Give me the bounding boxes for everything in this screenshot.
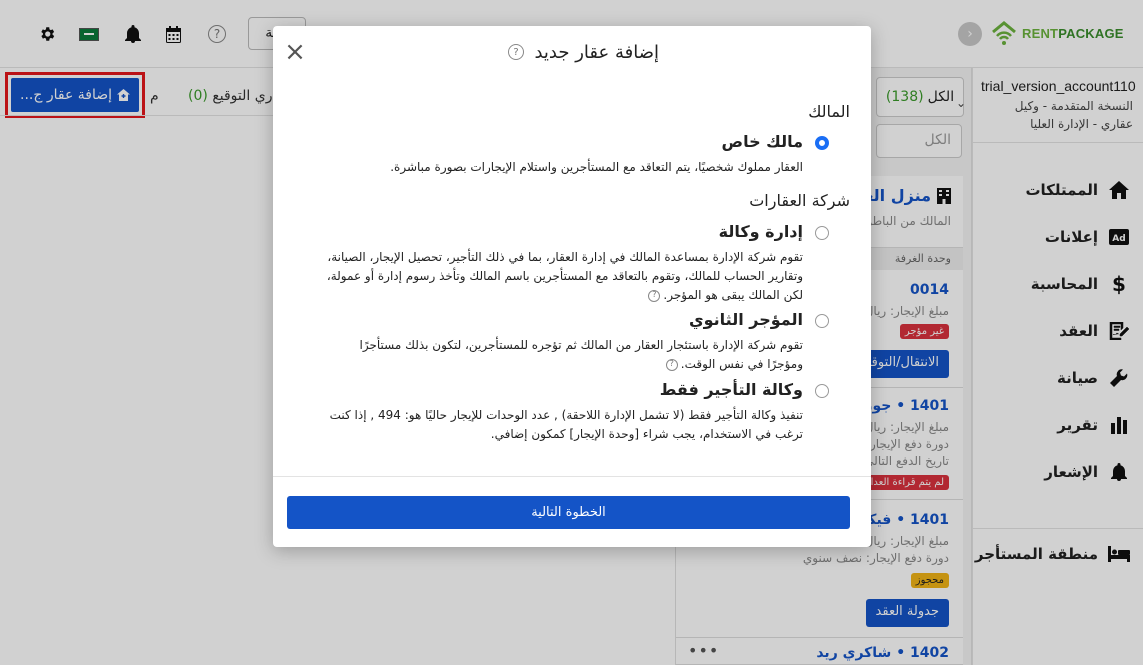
dialog-header: × إضافة عقار جديد ? xyxy=(273,26,871,84)
owner-section-title: المالك xyxy=(808,102,850,121)
next-step-button[interactable]: الخطوة التالية xyxy=(287,496,850,529)
agency-management-desc: تقوم شركة الإدارة بمساعدة المالك في إدار… xyxy=(323,248,803,306)
radio-agency-management[interactable] xyxy=(815,226,829,240)
radio-sublessor[interactable] xyxy=(815,314,829,328)
help-icon[interactable]: ? xyxy=(648,289,661,302)
sublessor-label[interactable]: المؤجر الثانوي xyxy=(689,310,803,329)
dialog-body: المالك مالك خاص العقار مملوك شخصيًا، يتم… xyxy=(273,84,871,476)
agency-management-desc-text: تقوم شركة الإدارة بمساعدة المالك في إدار… xyxy=(326,250,803,303)
help-icon[interactable]: ? xyxy=(665,358,678,371)
company-section-title: شركة العقارات xyxy=(749,191,850,210)
agency-management-label[interactable]: إدارة وكالة xyxy=(719,222,803,241)
private-owner-label[interactable]: مالك خاص xyxy=(722,132,803,151)
close-icon[interactable]: × xyxy=(284,39,306,65)
sublessor-desc: تقوم شركة الإدارة باستئجار العقار من الم… xyxy=(323,336,803,374)
leasing-only-desc: تنفيذ وكالة التأجير فقط (لا تشمل الإدارة… xyxy=(329,408,803,442)
app-page: ? عربية › RENTPACKAGE trial_version_acco… xyxy=(0,0,1143,665)
radio-private-owner[interactable] xyxy=(815,136,829,150)
sublessor-desc-text: تقوم شركة الإدارة باستئجار العقار من الم… xyxy=(359,338,803,372)
radio-leasing-only[interactable] xyxy=(815,384,829,398)
help-icon[interactable]: ? xyxy=(508,44,524,60)
dialog-footer-divider xyxy=(273,476,871,477)
leasing-only-label[interactable]: وكالة التأجير فقط xyxy=(660,380,803,399)
add-property-dialog: × إضافة عقار جديد ? المالك مالك خاص العق… xyxy=(273,26,871,547)
private-owner-desc: العقار مملوك شخصيًا، يتم التعاقد مع المس… xyxy=(390,160,803,174)
dialog-title: إضافة عقار جديد xyxy=(534,42,659,63)
